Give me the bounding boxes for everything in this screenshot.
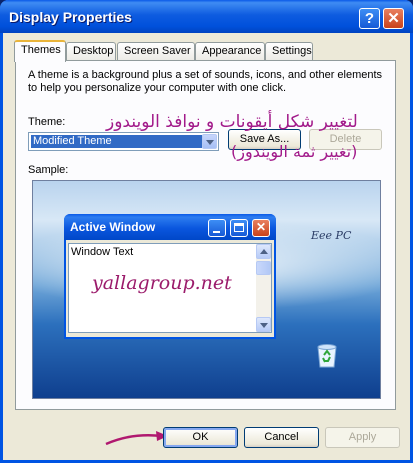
- theme-select[interactable]: Modified Theme: [28, 132, 219, 151]
- active-window-titlebar: Active Window ✕: [64, 214, 276, 240]
- arabic-annotation-line1: لتغيير شكل أيقونات و نوافذ الويندوز: [106, 112, 358, 132]
- scroll-up-icon: [256, 244, 271, 259]
- themes-description: A theme is a background plus a set of so…: [28, 69, 383, 94]
- theme-select-value: Modified Theme: [31, 135, 202, 148]
- ok-button[interactable]: OK: [163, 427, 238, 448]
- apply-button[interactable]: Apply: [325, 427, 400, 448]
- tab-themes[interactable]: Themes: [14, 40, 66, 62]
- close-button[interactable]: ✕: [383, 8, 404, 29]
- scroll-thumb: [256, 261, 271, 275]
- close-icon: ✕: [252, 219, 270, 237]
- title-bar[interactable]: Display Properties ? ✕: [0, 0, 413, 33]
- chevron-down-icon[interactable]: [202, 134, 217, 149]
- website-watermark: yallagroup.net: [92, 272, 232, 294]
- arabic-annotation-line2: (تغيير ثمة الويندوز): [231, 142, 358, 161]
- brand-logo-text: Eee PC: [311, 229, 352, 242]
- maximize-icon: [230, 219, 248, 237]
- window-text-sample: Window Text: [71, 246, 134, 258]
- active-window-title: Active Window: [70, 220, 156, 234]
- scroll-down-icon: [256, 317, 271, 332]
- cancel-button[interactable]: Cancel: [244, 427, 319, 448]
- window-title: Display Properties: [9, 9, 132, 25]
- tab-appearance[interactable]: Appearance: [195, 42, 265, 60]
- help-button[interactable]: ?: [359, 8, 380, 29]
- tab-settings[interactable]: Settings: [265, 42, 313, 60]
- tab-screen-saver[interactable]: Screen Saver: [117, 42, 195, 60]
- sample-label: Sample:: [28, 164, 69, 176]
- theme-label: Theme:: [28, 116, 66, 128]
- minimize-icon: [208, 219, 226, 237]
- recycle-bin-icon: [317, 344, 337, 368]
- tab-desktop[interactable]: Desktop: [66, 42, 116, 60]
- scrollbar: [256, 244, 271, 332]
